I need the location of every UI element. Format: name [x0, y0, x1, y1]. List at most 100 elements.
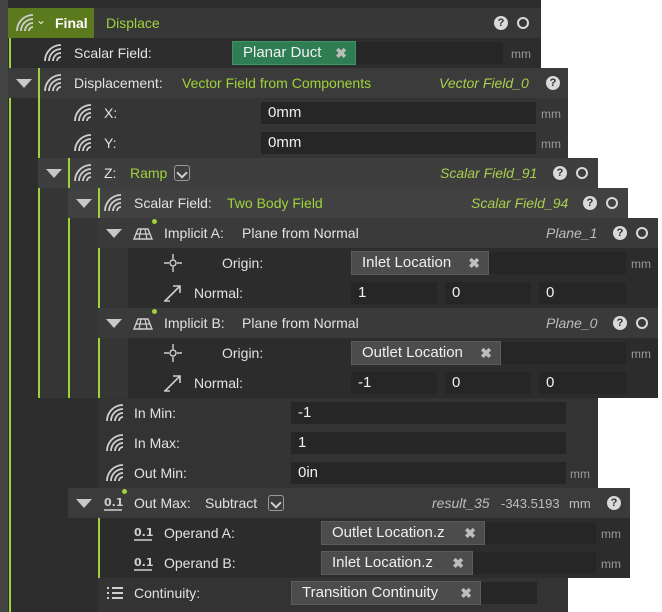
remove-x-icon[interactable]: ✖ — [335, 42, 347, 64]
origin-crosshair-icon — [162, 342, 184, 364]
help-icon[interactable]: ? — [546, 76, 560, 90]
normal-x-input[interactable]: 1 — [351, 282, 437, 304]
out-min-input[interactable]: 0in — [291, 462, 566, 484]
status-dot — [152, 309, 157, 314]
unit-label: mm — [601, 527, 621, 541]
chevron-down-icon[interactable]: ⌄ — [36, 13, 46, 27]
in-min-row: In Min: -1 — [98, 398, 598, 428]
unit-label: mm — [601, 557, 621, 571]
expand-triangle-icon[interactable] — [16, 79, 32, 88]
normal-label: Normal: — [194, 285, 244, 301]
circle-toggle-icon[interactable] — [636, 227, 648, 239]
unit-label: mm — [511, 47, 531, 61]
list-icon — [104, 582, 126, 604]
normal-arrow-icon — [162, 372, 184, 394]
origin-chip[interactable]: Outlet Location ✖ — [351, 341, 501, 365]
help-icon[interactable]: ? — [613, 226, 627, 240]
field-wave-icon — [72, 162, 94, 184]
scalar-field-row: Scalar Field: Planar Duct ✖ mm — [8, 38, 541, 68]
normal-z-input[interactable]: 0 — [539, 372, 626, 394]
in-max-input[interactable]: 1 — [291, 432, 566, 454]
expand-triangle-icon[interactable] — [46, 169, 62, 178]
vector-field-icon — [42, 72, 64, 94]
expand-triangle-icon[interactable] — [76, 199, 92, 208]
origin-crosshair-icon — [162, 252, 184, 274]
status-dot — [122, 489, 127, 494]
normal-label: Normal: — [194, 375, 244, 391]
normal-y-input[interactable]: 0 — [445, 372, 531, 394]
expand-triangle-icon[interactable] — [106, 229, 122, 238]
help-icon[interactable]: ? — [553, 166, 567, 180]
status-dot — [152, 219, 157, 224]
implicit-a-type: Plane from Normal — [242, 225, 359, 241]
expand-triangle-icon[interactable] — [76, 499, 92, 508]
remove-x-icon[interactable]: ✖ — [480, 342, 492, 364]
out-max-header[interactable]: Out Max: Subtract result_35 -343.5193 mm… — [68, 488, 630, 518]
circle-toggle-icon[interactable] — [576, 167, 588, 179]
out-max-result-unit: mm — [569, 496, 591, 511]
scalar-field-chip[interactable]: Planar Duct ✖ — [232, 41, 356, 65]
implicit-a-origin-row: Origin: Inlet Location ✖ mm — [128, 248, 658, 278]
continuity-chip[interactable]: Transition Continuity ✖ — [291, 581, 481, 605]
two-body-instance: Scalar Field_94 — [471, 195, 569, 211]
y-input[interactable]: 0mm — [261, 132, 536, 154]
help-icon[interactable]: ? — [494, 16, 508, 30]
z-header[interactable]: Z: Ramp Scalar Field_91 ? — [38, 158, 598, 188]
remove-x-icon[interactable]: ✖ — [460, 582, 472, 604]
unit-label: mm — [631, 347, 651, 361]
continuity-value: Transition Continuity — [302, 584, 439, 601]
unit-label: mm — [570, 467, 590, 481]
y-row: Y: 0mm mm — [38, 128, 568, 158]
help-icon[interactable]: ? — [613, 316, 627, 330]
root-title: Final — [55, 15, 88, 31]
in-min-label: In Min: — [134, 405, 177, 421]
normal-y-input[interactable]: 0 — [445, 282, 531, 304]
out-max-type: Subtract — [205, 495, 258, 511]
displacement-type: Vector Field from Components — [182, 75, 372, 91]
operand-b-label: Operand B: — [164, 555, 236, 571]
origin-label: Origin: — [222, 255, 264, 271]
plane-icon — [132, 312, 154, 334]
out-min-label: Out Min: — [134, 465, 187, 481]
circle-toggle-icon[interactable] — [636, 317, 648, 329]
operand-a-chip[interactable]: Outlet Location.z ✖ — [321, 521, 485, 545]
expand-triangle-icon[interactable] — [106, 319, 122, 328]
circle-toggle-icon[interactable] — [517, 17, 529, 29]
two-body-header[interactable]: Scalar Field: Two Body Field Scalar Fiel… — [68, 188, 628, 218]
chevron-down-icon[interactable] — [268, 495, 284, 511]
two-body-type: Two Body Field — [227, 195, 323, 211]
field-wave-icon — [102, 192, 124, 214]
out-max-label: Out Max: — [134, 495, 191, 511]
in-min-input[interactable]: -1 — [291, 402, 566, 424]
remove-x-icon[interactable]: ✖ — [452, 552, 464, 574]
number-value-icon — [132, 522, 154, 544]
scalar-field-label: Scalar Field: — [74, 45, 152, 61]
operand-b-chip[interactable]: Inlet Location.z ✖ — [321, 551, 473, 575]
implicit-b-label: Implicit B: — [164, 315, 225, 331]
x-input[interactable]: 0mm — [261, 102, 536, 124]
normal-z-input[interactable]: 0 — [539, 282, 626, 304]
help-icon[interactable]: ? — [583, 196, 597, 210]
two-body-label: Scalar Field: — [134, 195, 212, 211]
field-wave-icon — [104, 462, 126, 484]
root-header[interactable]: ⌄ Final Displace ? — [8, 8, 541, 38]
help-icon[interactable]: ? — [607, 496, 621, 510]
implicit-a-label: Implicit A: — [164, 225, 224, 241]
implicit-b-origin-row: Origin: Outlet Location ✖ mm — [128, 338, 658, 368]
number-value-icon — [102, 492, 124, 514]
implicit-a-instance: Plane_1 — [546, 225, 598, 241]
chevron-down-icon[interactable] — [174, 165, 190, 181]
remove-x-icon[interactable]: ✖ — [464, 522, 476, 544]
unit-label: mm — [541, 137, 561, 151]
in-max-label: In Max: — [134, 435, 180, 451]
continuity-row: Continuity: Transition Continuity ✖ — [98, 578, 568, 608]
circle-toggle-icon[interactable] — [606, 197, 618, 209]
operand-b-value: Inlet Location.z — [332, 554, 433, 571]
remove-x-icon[interactable]: ✖ — [468, 252, 480, 274]
displacement-header[interactable]: Displacement: Vector Field from Componen… — [8, 68, 568, 98]
normal-arrow-icon — [162, 282, 184, 304]
implicit-a-header[interactable]: Implicit A: Plane from Normal Plane_1 ? — [98, 218, 658, 248]
implicit-b-header[interactable]: Implicit B: Plane from Normal Plane_0 ? — [98, 308, 658, 338]
normal-x-input[interactable]: -1 — [351, 372, 437, 394]
origin-chip[interactable]: Inlet Location ✖ — [351, 251, 489, 275]
